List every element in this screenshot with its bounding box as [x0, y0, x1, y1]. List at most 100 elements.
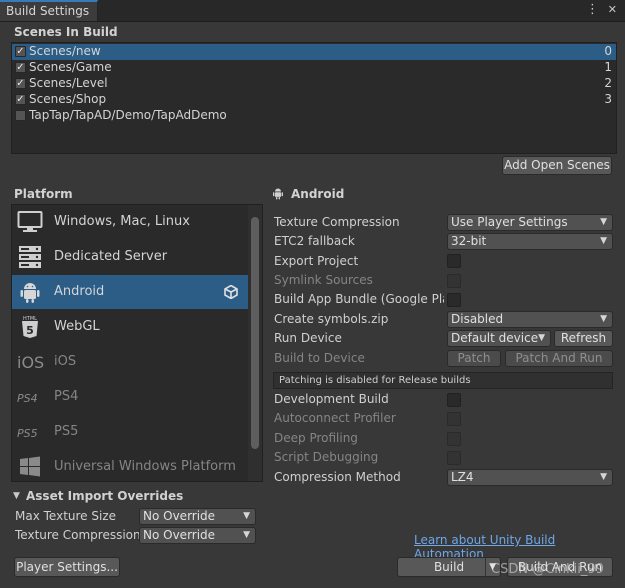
foldout-arrow-icon[interactable]: ▼ — [13, 491, 20, 501]
platform-scrollbar-thumb[interactable] — [251, 217, 259, 449]
platform-item-label: Android — [54, 284, 105, 299]
scene-name: Scenes/Shop — [29, 92, 107, 106]
scene-row[interactable]: TapTap/TapAD/Demo/TapAdDemo — [12, 108, 616, 124]
scene-name: Scenes/Game — [29, 60, 112, 74]
platform-list[interactable]: Windows, Mac, Linux Dedicated Server Andro… — [11, 204, 263, 482]
patch-and-run-button[interactable]: Patch And Run — [505, 350, 613, 367]
svg-text:5: 5 — [26, 324, 34, 337]
window-tab-label: Build Settings — [6, 4, 90, 18]
scene-row[interactable]: ✓ Scenes/new 0 — [12, 44, 616, 60]
symlink-sources-label: Symlink Sources — [274, 273, 373, 287]
etc2-fallback-value: 32-bit — [451, 234, 487, 248]
texture-compression-override-label: Texture Compression — [15, 528, 141, 542]
compression-method-label: Compression Method — [274, 470, 401, 484]
platform-item[interactable]: PS5 PS5 — [12, 415, 248, 449]
platform-item-label: WebGL — [54, 319, 100, 334]
platform-item-label: Universal Windows Platform — [54, 459, 236, 474]
compression-method-value: LZ4 — [451, 470, 474, 484]
scene-checkbox[interactable]: ✓ — [15, 94, 26, 105]
compression-method-dropdown[interactable]: LZ4 ▼ — [447, 469, 613, 486]
scene-row[interactable]: ✓ Scenes/Shop 3 — [12, 92, 616, 108]
build-button-label: Build — [433, 560, 465, 574]
ps5-icon: PS5 — [17, 420, 43, 444]
scene-name: Scenes/Level — [29, 76, 108, 90]
max-texture-size-value: No Override — [143, 509, 216, 523]
scene-name: Scenes/new — [29, 44, 101, 58]
etc2-fallback-label: ETC2 fallback — [274, 234, 355, 248]
symlink-sources-checkbox[interactable] — [447, 274, 461, 288]
etc2-fallback-dropdown[interactable]: 32-bit ▼ — [447, 233, 613, 250]
refresh-button[interactable]: Refresh — [554, 330, 613, 347]
platform-scrollbar[interactable] — [248, 205, 262, 481]
window-tab[interactable]: Build Settings — [0, 0, 98, 21]
platform-item-label: PS5 — [54, 424, 79, 439]
patch-button[interactable]: Patch — [447, 350, 501, 367]
autoconnect-profiler-label: Autoconnect Profiler — [274, 411, 396, 425]
chevron-down-icon: ▼ — [600, 472, 607, 482]
texture-compression-label: Texture Compression — [274, 215, 400, 229]
close-icon[interactable]: ✕ — [608, 3, 617, 16]
build-app-bundle-label: Build App Bundle (Google Play — [274, 292, 444, 306]
deep-profiling-label: Deep Profiling — [274, 431, 358, 445]
development-build-checkbox[interactable] — [447, 393, 461, 407]
chevron-down-icon: ▼ — [243, 530, 250, 540]
build-app-bundle-checkbox[interactable] — [447, 293, 461, 307]
platform-item-label: PS4 — [54, 389, 79, 404]
max-texture-size-dropdown[interactable]: No Override ▼ — [139, 508, 256, 525]
run-device-value: Default device — [451, 331, 539, 345]
patching-info-box: Patching is disabled for Release builds — [273, 372, 613, 389]
platform-item[interactable]: Universal Windows Platform — [12, 450, 248, 481]
asset-import-heading[interactable]: Asset Import Overrides — [26, 489, 183, 503]
scenes-list[interactable]: ✓ Scenes/new 0 ✓ Scenes/Game 1 ✓ Scenes/Level 2 ✓… — [11, 42, 617, 154]
chevron-down-icon: ▼ — [243, 511, 250, 521]
scene-checkbox[interactable]: ✓ — [15, 62, 26, 73]
platform-item[interactable]: Android — [12, 275, 248, 309]
scene-checkbox[interactable]: ✓ — [15, 78, 26, 89]
chevron-down-icon: ▼ — [600, 217, 607, 227]
deep-profiling-checkbox[interactable] — [447, 432, 461, 446]
html5-icon: HTML 5 — [17, 315, 43, 339]
scene-row[interactable]: ✓ Scenes/Game 1 — [12, 60, 616, 76]
svg-text:PS5: PS5 — [17, 427, 38, 440]
texture-compression-dropdown[interactable]: Use Player Settings ▼ — [447, 214, 613, 231]
platform-item[interactable]: PS4 PS4 — [12, 380, 248, 414]
windows-icon — [17, 455, 43, 479]
ps4-icon: PS4 — [17, 385, 43, 409]
menu-icon[interactable]: ⋮ — [586, 2, 599, 17]
ios-icon: iOS — [17, 350, 44, 374]
platform-heading: Platform — [14, 187, 73, 201]
platform-item-label: Dedicated Server — [54, 249, 168, 264]
platform-item-label: iOS — [54, 354, 77, 369]
add-open-scenes-button[interactable]: Add Open Scenes — [502, 156, 612, 175]
create-symbols-value: Disabled — [451, 312, 504, 326]
create-symbols-dropdown[interactable]: Disabled ▼ — [447, 311, 613, 328]
scene-row[interactable]: ✓ Scenes/Level 2 — [12, 76, 616, 92]
svg-text:iOS: iOS — [17, 353, 44, 372]
server-icon — [17, 245, 43, 269]
texture-compression-value: Use Player Settings — [451, 215, 568, 229]
run-device-label: Run Device — [274, 331, 342, 345]
create-symbols-label: Create symbols.zip — [274, 312, 389, 326]
run-device-dropdown[interactable]: Default device ▼ — [447, 330, 551, 347]
build-button[interactable]: Build ▼ — [397, 557, 501, 577]
chevron-down-icon: ▼ — [600, 236, 607, 246]
build-to-device-label: Build to Device — [274, 351, 365, 365]
platform-item[interactable]: Dedicated Server — [12, 240, 248, 274]
texture-compression-override-dropdown[interactable]: No Override ▼ — [139, 527, 256, 544]
scene-checkbox[interactable]: ✓ — [15, 46, 26, 57]
platform-item[interactable]: HTML 5 WebGL — [12, 310, 248, 344]
svg-text:PS4: PS4 — [17, 392, 38, 405]
scene-checkbox[interactable] — [15, 110, 26, 121]
platform-item[interactable]: Windows, Mac, Linux — [12, 205, 248, 239]
scene-index: 1 — [604, 60, 612, 74]
export-project-checkbox[interactable] — [447, 254, 461, 268]
player-settings-button[interactable]: Player Settings... — [14, 557, 120, 577]
android-icon — [17, 280, 43, 304]
max-texture-size-label: Max Texture Size — [15, 509, 116, 523]
autoconnect-profiler-checkbox[interactable] — [447, 412, 461, 426]
platform-item[interactable]: iOS iOS — [12, 345, 248, 379]
scene-index: 2 — [604, 76, 612, 90]
platform-item-label: Windows, Mac, Linux — [54, 214, 190, 229]
scene-name: TapTap/TapAD/Demo/TapAdDemo — [29, 108, 227, 122]
script-debugging-checkbox[interactable] — [447, 451, 461, 465]
